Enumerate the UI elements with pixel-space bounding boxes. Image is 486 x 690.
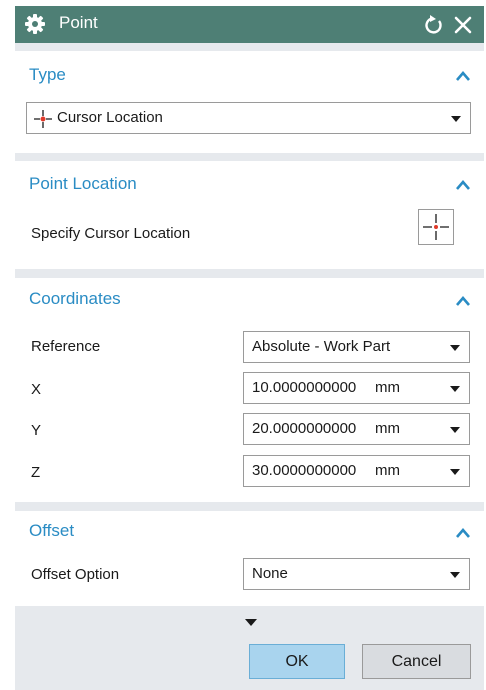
reference-label: Reference bbox=[31, 338, 101, 355]
chevron-down-icon bbox=[450, 572, 460, 578]
x-label: X bbox=[31, 381, 42, 398]
chevron-down-icon bbox=[451, 116, 461, 122]
y-unit: mm bbox=[375, 420, 400, 437]
collapse-chevron-icon[interactable] bbox=[455, 295, 471, 307]
z-label: Z bbox=[31, 464, 41, 481]
chevron-down-icon[interactable] bbox=[450, 386, 460, 392]
dialog-title: Point bbox=[59, 13, 98, 32]
cursor-location-icon bbox=[34, 110, 52, 128]
collapse-chevron-icon[interactable] bbox=[455, 179, 471, 191]
x-value[interactable]: 10.0000000000 bbox=[252, 373, 372, 403]
z-coordinate-field[interactable]: 30.0000000000 mm bbox=[243, 455, 470, 487]
cancel-button[interactable]: Cancel bbox=[362, 644, 471, 679]
y-coordinate-field[interactable]: 20.0000000000 mm bbox=[243, 413, 470, 445]
specify-cursor-location-label: Specify Cursor Location bbox=[31, 225, 191, 242]
x-unit: mm bbox=[375, 379, 400, 396]
point-location-section: Point Location bbox=[15, 161, 484, 269]
type-selected-value: Cursor Location bbox=[57, 109, 163, 126]
reference-value: Absolute - Work Part bbox=[252, 338, 391, 355]
chevron-down-icon[interactable] bbox=[450, 427, 460, 433]
x-coordinate-field[interactable]: 10.0000000000 mm bbox=[243, 372, 470, 404]
point-dialog: Point Type Cursor Location Point Locatio… bbox=[15, 6, 484, 690]
coordinates-section-title[interactable]: Coordinates bbox=[29, 288, 121, 310]
type-section-title[interactable]: Type bbox=[29, 64, 66, 86]
type-dropdown[interactable]: Cursor Location bbox=[26, 102, 471, 134]
z-value[interactable]: 30.0000000000 bbox=[252, 456, 372, 486]
point-location-section-title[interactable]: Point Location bbox=[29, 173, 137, 195]
more-options-expander[interactable] bbox=[15, 610, 484, 634]
ok-button[interactable]: OK bbox=[249, 644, 345, 679]
chevron-down-icon[interactable] bbox=[450, 469, 460, 475]
close-icon[interactable] bbox=[453, 15, 473, 35]
type-section: Type Cursor Location bbox=[15, 51, 484, 153]
offset-option-label: Offset Option bbox=[31, 566, 120, 583]
chevron-down-icon bbox=[450, 345, 460, 351]
chevron-down-icon bbox=[245, 619, 257, 626]
y-value[interactable]: 20.0000000000 bbox=[252, 414, 372, 444]
crosshair-icon bbox=[423, 214, 449, 240]
y-label: Y bbox=[31, 422, 42, 439]
gear-icon bbox=[25, 14, 45, 34]
dialog-titlebar[interactable]: Point bbox=[15, 6, 484, 43]
reference-dropdown[interactable]: Absolute - Work Part bbox=[243, 331, 470, 363]
offset-option-value: None bbox=[252, 565, 288, 582]
z-unit: mm bbox=[375, 462, 400, 479]
collapse-chevron-icon[interactable] bbox=[455, 527, 471, 539]
specify-cursor-location-button[interactable] bbox=[418, 209, 454, 245]
offset-section-title[interactable]: Offset bbox=[29, 520, 74, 542]
reset-icon[interactable] bbox=[424, 15, 444, 35]
collapse-chevron-icon[interactable] bbox=[455, 70, 471, 82]
offset-option-dropdown[interactable]: None bbox=[243, 558, 470, 590]
